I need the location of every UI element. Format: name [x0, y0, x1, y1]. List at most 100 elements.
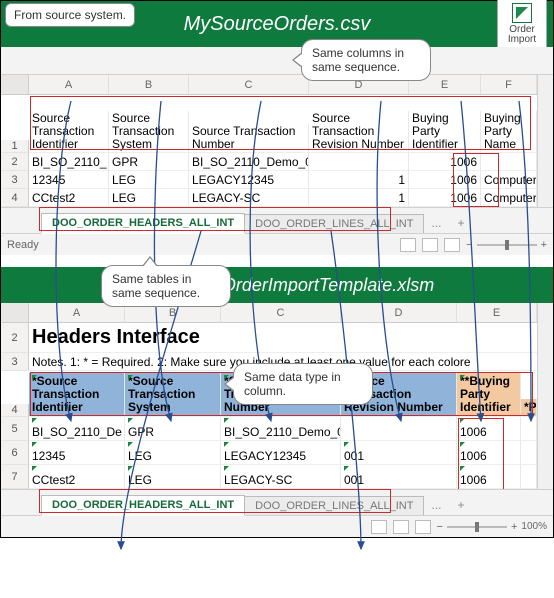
zoom-out-icon[interactable]: −	[466, 239, 472, 251]
view-normal-icon[interactable]	[400, 238, 416, 252]
title-row-bottom: 2 Headers Interface	[1, 323, 537, 353]
cell[interactable]: Computer Se	[481, 189, 537, 207]
cell[interactable]: CCtest2	[29, 189, 109, 207]
cell[interactable]	[521, 441, 537, 465]
column-headers-top: A B C D E F	[1, 75, 537, 95]
view-page-layout-icon[interactable]	[422, 238, 438, 252]
row-head-4b[interactable]: 4	[1, 404, 29, 417]
cell[interactable]	[341, 417, 457, 441]
column-headers-bottom: A B C D E	[1, 303, 537, 323]
cell[interactable]: BI_SO_2110_	[29, 153, 109, 171]
status-bar-top: Ready − +	[1, 233, 553, 255]
cell[interactable]: 1006	[457, 417, 521, 441]
cell[interactable]: 1006	[409, 171, 481, 189]
cell[interactable]: LEG	[109, 189, 189, 207]
col-C[interactable]: C	[189, 75, 309, 94]
zoom-in-icon[interactable]: +	[541, 239, 547, 251]
order-import-button[interactable]: Order Import	[497, 0, 547, 49]
callout-same-tables: Same tables in same sequence.	[101, 265, 231, 307]
tab-lines-bottom[interactable]: DOO_ORDER_LINES_ALL_INT	[244, 496, 424, 515]
callout-same-columns: Same columns in same sequence.	[301, 39, 431, 81]
select-all-corner[interactable]	[1, 75, 29, 94]
sheet-tabs-bottom: DOO_ORDER_HEADERS_ALL_INT DOO_ORDER_LINE…	[1, 489, 553, 515]
composite-frame: MySourceOrders.csv From source system. O…	[0, 0, 554, 538]
zoom-slider-b[interactable]: − + 100%	[437, 521, 547, 533]
view-page-layout-icon-b[interactable]	[393, 520, 409, 534]
tab-lines-top[interactable]: DOO_ORDER_LINES_ALL_INT	[244, 214, 424, 233]
cell[interactable]: 1006	[409, 189, 481, 207]
view-page-break-icon[interactable]	[444, 238, 460, 252]
row-head[interactable]: 3	[1, 171, 29, 189]
col-A[interactable]: A	[29, 75, 109, 94]
tab-new-sheet-icon[interactable]: +	[450, 213, 473, 233]
row-head-1[interactable]: 1	[1, 140, 29, 153]
hdr-b-id: *Source Transaction Identifier	[29, 373, 125, 417]
tab-new-sheet-icon-bottom[interactable]: +	[450, 495, 473, 515]
zoom-slider[interactable]: − +	[466, 239, 547, 251]
col-D-b[interactable]: D	[341, 303, 457, 322]
hdr-buying-party-name[interactable]: Buying Party Name	[484, 112, 533, 151]
cell[interactable]: 1006	[409, 153, 481, 171]
cell[interactable]: 1006	[457, 465, 521, 489]
vertical-scrollbar-bottom[interactable]	[537, 303, 553, 489]
cell[interactable]: LEGACY12345	[221, 441, 341, 465]
cell[interactable]: CCtest2	[29, 465, 125, 489]
zoom-value-b: 100%	[521, 521, 547, 532]
table-row: 5BI_SO_2110_DeGPRBI_SO_2110_Demo_01 1006	[1, 417, 537, 441]
cell[interactable]	[521, 417, 537, 441]
grid-bottom: 2 Headers Interface 3 Notes. 1: * = Requ…	[1, 323, 537, 489]
hdr-src-trans-id[interactable]: Source Transaction Identifier	[29, 111, 109, 153]
cell[interactable]: 12345	[29, 171, 109, 189]
cell[interactable]: BI_SO_2110_De	[29, 417, 125, 441]
hdr-buying-party-id[interactable]: Buying Party Identifier	[409, 111, 481, 153]
cell[interactable]: LEGACY-SC	[221, 465, 341, 489]
hdr-src-trans-num[interactable]: Source Transaction Number	[189, 124, 309, 153]
select-all-corner-bottom[interactable]	[1, 303, 29, 322]
cell[interactable]	[521, 465, 537, 489]
row-head[interactable]: 5	[1, 417, 29, 441]
col-F[interactable]: F	[481, 75, 537, 94]
row-head[interactable]: 7	[1, 465, 29, 489]
tab-headers-bottom[interactable]: DOO_ORDER_HEADERS_ALL_INT	[41, 495, 245, 516]
cell[interactable]: 1	[309, 171, 409, 189]
status-ready: Ready	[7, 239, 39, 251]
view-normal-icon-b[interactable]	[371, 520, 387, 534]
col-C-b[interactable]: C	[221, 303, 341, 322]
cell[interactable]: LEG	[109, 171, 189, 189]
col-B[interactable]: B	[109, 75, 189, 94]
vertical-scrollbar[interactable]	[537, 75, 553, 207]
hdr-src-trans-rev[interactable]: Source Transaction Revision Number	[309, 111, 409, 153]
cell[interactable]: LEGACY-SC	[189, 189, 309, 207]
cell[interactable]: GPR	[125, 417, 221, 441]
cell[interactable]: LEG	[125, 465, 221, 489]
window-title: MySourceOrders.csv	[184, 13, 371, 36]
cell[interactable]: LEGACY12345	[189, 171, 309, 189]
row-head[interactable]: 4	[1, 189, 29, 207]
cell[interactable]	[481, 153, 537, 171]
cell[interactable]: BI_SO_2110_Demo_01	[221, 417, 341, 441]
cell[interactable]: 1	[309, 189, 409, 207]
cell[interactable]	[309, 153, 409, 171]
cell[interactable]: 001	[341, 441, 457, 465]
row-head-3b[interactable]: 3	[1, 353, 29, 371]
cell[interactable]: Computer Bil	[481, 171, 537, 189]
zoom-in-icon-b[interactable]: +	[511, 521, 517, 533]
cell[interactable]: LEG	[125, 441, 221, 465]
cell[interactable]: 001	[341, 465, 457, 489]
tab-more-icon[interactable]: ...	[423, 213, 449, 233]
tab-headers-top[interactable]: DOO_ORDER_HEADERS_ALL_INT	[41, 213, 245, 234]
row-head[interactable]: 6	[1, 441, 29, 465]
hdr-src-trans-sys[interactable]: Source Transaction System	[109, 111, 189, 153]
zoom-out-icon-b[interactable]: −	[437, 521, 443, 533]
row-head[interactable]: 2	[1, 153, 29, 171]
col-E-b[interactable]: E	[457, 303, 537, 322]
cell[interactable]: GPR	[109, 153, 189, 171]
view-page-break-icon-b[interactable]	[415, 520, 431, 534]
titlebar-top: MySourceOrders.csv From source system. O…	[1, 1, 553, 47]
tab-more-icon-bottom[interactable]: ...	[423, 495, 449, 515]
row-head-2b[interactable]: 2	[1, 323, 29, 353]
excel-import-icon	[512, 3, 532, 23]
cell[interactable]: 12345	[29, 441, 125, 465]
cell[interactable]: BI_SO_2110_Demo_01	[189, 153, 309, 171]
cell[interactable]: 1006	[457, 441, 521, 465]
